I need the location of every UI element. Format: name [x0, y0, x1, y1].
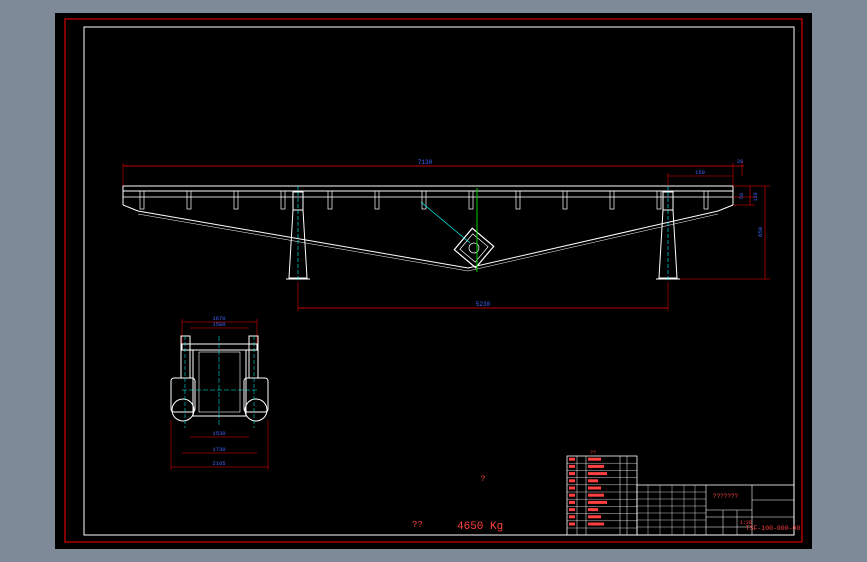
side-dim-bottom-b: 1730 [212, 446, 225, 453]
parts-row-number-mark [569, 515, 575, 519]
center-mark: ? [481, 475, 486, 484]
parts-row-number-mark [569, 479, 575, 483]
weight-value: 4650 Kg [457, 521, 503, 533]
parts-row-text-mark [588, 493, 604, 497]
dim-height-total-text: 650 [757, 227, 764, 237]
parts-row-text-mark [588, 472, 607, 476]
dim-support-span-text: 5230 [476, 301, 491, 308]
parts-row-number-mark [569, 508, 575, 512]
parts-row-text-mark [588, 508, 598, 512]
drawing-number: TSF-100-000-00 [746, 525, 801, 532]
side-dim-top-inner: 1500 [212, 321, 225, 328]
parts-row-number-mark [569, 522, 575, 526]
parts-row-number-mark [569, 486, 575, 490]
cad-drawing: 7130 150 20 5230 50 120 650 1670 1500 15… [55, 13, 812, 549]
parts-row-number-mark [569, 472, 575, 476]
side-dim-bottom-c: 2165 [212, 460, 225, 467]
parts-row-text-mark [588, 479, 598, 483]
side-dim-bottom-a: 1530 [212, 430, 225, 437]
parts-row-text-mark [588, 457, 601, 461]
title-description: ??????? [713, 493, 739, 500]
dim-far-right-text: 20 [737, 159, 743, 165]
dim-right-top-text: 150 [695, 169, 705, 176]
parts-row-number-mark [569, 464, 575, 468]
parts-row-number-mark [569, 493, 575, 497]
dim-height-b-text: 120 [753, 192, 759, 201]
parts-header: ?? [590, 450, 596, 456]
parts-row-text-mark [588, 515, 601, 519]
parts-row-text-mark [588, 500, 607, 504]
dim-height-a-text: 50 [739, 193, 745, 199]
weight-label: ?? [412, 520, 423, 530]
parts-row-text-mark [588, 486, 601, 490]
parts-row-number-mark [569, 457, 575, 461]
parts-row-text-mark [588, 464, 604, 468]
parts-row-number-mark [569, 500, 575, 504]
parts-row-text-mark [588, 522, 604, 526]
dim-total-text: 7130 [418, 159, 433, 166]
drawing-sheet [55, 13, 812, 549]
